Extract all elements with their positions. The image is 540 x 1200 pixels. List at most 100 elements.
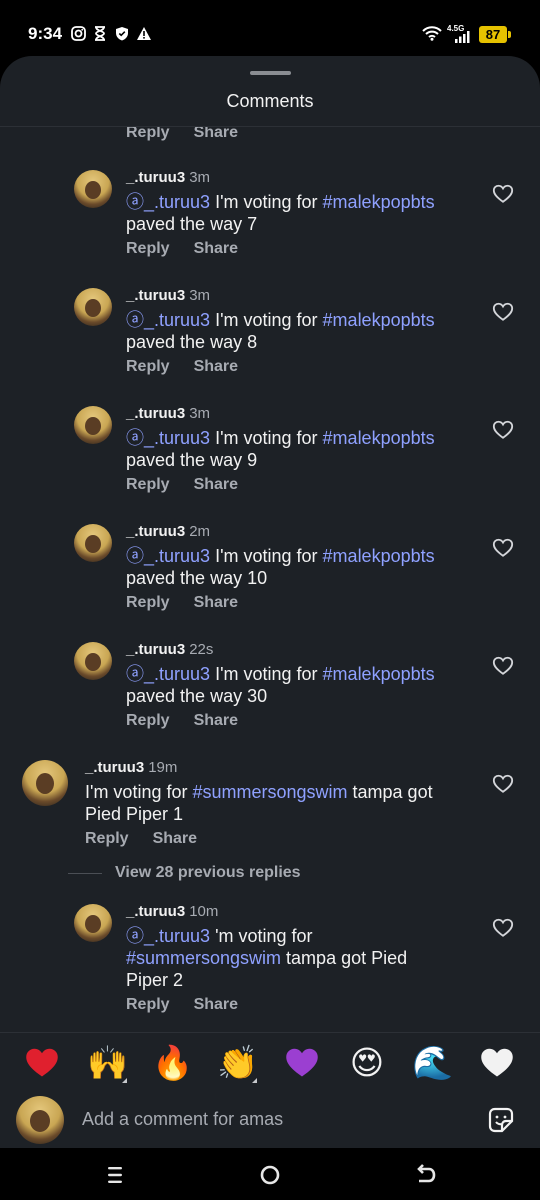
- reply-button[interactable]: Reply: [126, 240, 170, 257]
- heart-eyes-icon: 😍: [349, 1043, 385, 1082]
- raising-hands-emoji-button[interactable]: 🙌: [87, 1043, 129, 1083]
- comment-actions: Reply Share: [126, 594, 262, 612]
- fire-emoji-button[interactable]: 🔥: [152, 1043, 194, 1083]
- share-button[interactable]: Share: [194, 127, 238, 141]
- share-button[interactable]: Share: [194, 996, 238, 1013]
- mention-link[interactable]: ⓐ_.turuu3: [126, 926, 210, 946]
- comment-username[interactable]: _.turuu3 19m: [85, 759, 177, 776]
- avatar[interactable]: [22, 760, 68, 806]
- status-time: 9:34: [28, 24, 63, 43]
- share-button[interactable]: Share: [153, 830, 197, 847]
- reply-button[interactable]: Reply: [126, 996, 170, 1013]
- hashtag-link[interactable]: #malekpopbts: [323, 546, 435, 566]
- comment-actions: Reply Share: [126, 712, 262, 730]
- avatar[interactable]: [74, 170, 112, 208]
- purple-heart-emoji-button[interactable]: [282, 1043, 322, 1083]
- like-heart-icon[interactable]: [492, 655, 514, 677]
- comment-composer: [0, 1090, 540, 1148]
- sticker-icon[interactable]: [486, 1105, 516, 1135]
- avatar[interactable]: [74, 642, 112, 680]
- like-heart-icon[interactable]: [492, 917, 514, 939]
- comment-input[interactable]: [82, 1106, 462, 1132]
- reply-button[interactable]: Reply: [126, 476, 170, 493]
- comment-username[interactable]: _.turuu3 3m: [126, 169, 210, 186]
- mention-link[interactable]: ⓐ_.turuu3: [126, 192, 210, 212]
- avatar[interactable]: [74, 524, 112, 562]
- hashtag-link[interactable]: #summersongswim: [192, 782, 347, 802]
- back-icon[interactable]: [412, 1162, 438, 1188]
- current-user-avatar: [16, 1096, 64, 1144]
- comment-username[interactable]: _.turuu3 3m: [126, 287, 210, 304]
- reply-button[interactable]: Reply: [85, 830, 129, 847]
- comment-text: ⓐ_.turuu3 I'm voting for #malekpopbts pav…: [126, 310, 435, 352]
- avatar[interactable]: [74, 904, 112, 942]
- red-heart-icon: [26, 1048, 58, 1077]
- share-button[interactable]: Share: [194, 240, 238, 257]
- hashtag-link[interactable]: #malekpopbts: [323, 428, 435, 448]
- hashtag-link[interactable]: #malekpopbts: [323, 192, 435, 212]
- like-heart-icon[interactable]: [492, 419, 514, 441]
- comment-text: I'm voting for #summersongswim tampa got…: [85, 782, 433, 824]
- system-nav-bar: [0, 1148, 540, 1200]
- mention-link[interactable]: ⓐ_.turuu3: [126, 310, 210, 330]
- emoji-reaction-bar: 🙌 🔥 👏 😍 🌊: [0, 1032, 540, 1090]
- comment-actions: Reply Share: [126, 127, 262, 142]
- comment-actions: Reply Share: [126, 358, 262, 376]
- drag-handle[interactable]: [250, 71, 291, 75]
- replies-divider: [68, 873, 102, 874]
- share-button[interactable]: Share: [194, 594, 238, 611]
- reply-button[interactable]: Reply: [126, 712, 170, 729]
- reply-button[interactable]: Reply: [126, 127, 170, 141]
- avatar[interactable]: [74, 406, 112, 444]
- raising-hands-icon: 🙌: [87, 1043, 129, 1082]
- sheet-title: Comments: [226, 91, 314, 111]
- red-heart-emoji-button[interactable]: [22, 1043, 62, 1083]
- hashtag-link[interactable]: #malekpopbts: [323, 664, 435, 684]
- like-heart-icon[interactable]: [492, 301, 514, 323]
- comment-username[interactable]: _.turuu3 10m: [126, 903, 218, 920]
- water-wave-icon: 🌊: [412, 1043, 454, 1082]
- comment-text: ⓐ_.turuu3 I'm voting for #malekpopbts pav…: [126, 664, 435, 706]
- heart-eyes-emoji-button[interactable]: 😍: [347, 1043, 387, 1083]
- home-icon[interactable]: [257, 1162, 283, 1188]
- comment-actions: Reply Share: [85, 830, 221, 848]
- warning-icon: [136, 25, 152, 41]
- reply-button[interactable]: Reply: [126, 358, 170, 375]
- recent-apps-icon[interactable]: [102, 1162, 128, 1188]
- comment-actions: Reply Share: [126, 996, 262, 1014]
- signal-icon: [455, 30, 471, 43]
- share-button[interactable]: Share: [194, 712, 238, 729]
- comment-actions: Reply Share: [126, 240, 262, 258]
- status-bar: 9:34 4.5G 87: [0, 0, 540, 60]
- hashtag-link[interactable]: #summersongswim: [126, 948, 281, 968]
- instagram-icon: [70, 25, 86, 41]
- white-heart-emoji-button[interactable]: [477, 1043, 517, 1083]
- like-heart-icon[interactable]: [492, 537, 514, 559]
- comment-text: ⓐ_.turuu3 I'm voting for #malekpopbts pav…: [126, 546, 435, 588]
- hashtag-link[interactable]: #malekpopbts: [323, 310, 435, 330]
- like-heart-icon[interactable]: [492, 183, 514, 205]
- reply-button[interactable]: Reply: [126, 594, 170, 611]
- mention-link[interactable]: ⓐ_.turuu3: [126, 664, 210, 684]
- comment-text: ⓐ_.turuu3 I'm voting for #malekpopbts pav…: [126, 192, 435, 234]
- purple-heart-icon: [286, 1048, 318, 1077]
- clapping-hands-icon: 👏: [217, 1043, 259, 1082]
- mention-link[interactable]: ⓐ_.turuu3: [126, 546, 210, 566]
- view-previous-replies[interactable]: View 28 previous replies: [68, 864, 368, 882]
- hourglass-icon: [92, 25, 108, 41]
- share-button[interactable]: Share: [194, 476, 238, 493]
- mention-link[interactable]: ⓐ_.turuu3: [126, 428, 210, 448]
- battery-indicator: 87: [479, 26, 511, 43]
- comment-username[interactable]: _.turuu3 3m: [126, 405, 210, 422]
- white-heart-icon: [481, 1048, 513, 1077]
- fire-icon: 🔥: [152, 1043, 194, 1082]
- share-button[interactable]: Share: [194, 358, 238, 375]
- avatar[interactable]: [74, 288, 112, 326]
- clapping-hands-emoji-button[interactable]: 👏: [217, 1043, 259, 1083]
- comment-actions: Reply Share: [126, 476, 262, 494]
- comments-list[interactable]: Reply Share _.turuu3 3m ⓐ_.turuu3 I'm voti…: [0, 127, 540, 1032]
- like-heart-icon[interactable]: [492, 773, 514, 795]
- comment-username[interactable]: _.turuu3 2m: [126, 523, 210, 540]
- comment-username[interactable]: _.turuu3 22s: [126, 641, 213, 658]
- water-wave-emoji-button[interactable]: 🌊: [412, 1043, 454, 1083]
